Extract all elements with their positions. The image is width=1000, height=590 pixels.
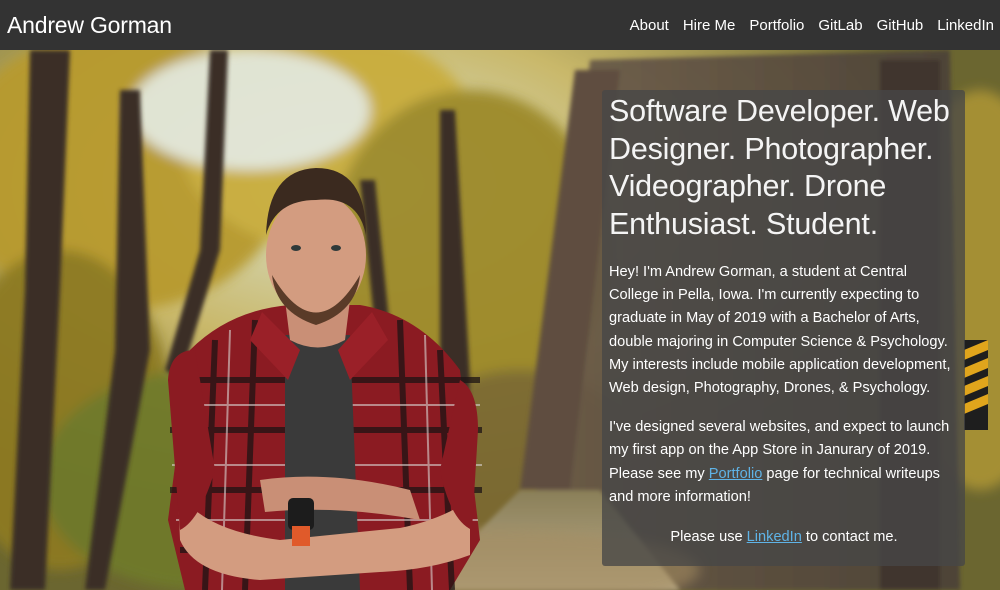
intro-card: Software Developer. Web Designer. Photog… <box>602 90 965 566</box>
portfolio-link[interactable]: Portfolio <box>709 466 763 482</box>
nav-link-about[interactable]: About <box>630 17 669 34</box>
intro-paragraph: Hey! I'm Andrew Gorman, a student at Cen… <box>609 264 951 397</box>
contact-text-after: to contact me. <box>801 529 898 546</box>
nav-links: About Hire Me Portfolio GitLab GitHub Li… <box>616 17 994 34</box>
contact-text-before: Please use <box>670 529 747 546</box>
nav-link-gitlab[interactable]: GitLab <box>818 17 862 34</box>
site-brand[interactable]: Andrew Gorman <box>7 12 172 39</box>
contact-line: Please use LinkedIn to contact me. <box>609 526 951 549</box>
headline: Software Developer. Web Designer. Photog… <box>609 94 950 241</box>
nav-link-github[interactable]: GitHub <box>877 17 924 34</box>
top-navbar: Andrew Gorman About Hire Me Portfolio Gi… <box>0 0 1000 50</box>
hero-section: Software Developer. Web Designer. Photog… <box>0 50 1000 590</box>
nav-link-hire-me[interactable]: Hire Me <box>683 17 736 34</box>
nav-link-linkedin[interactable]: LinkedIn <box>937 17 994 34</box>
linkedin-link[interactable]: LinkedIn <box>747 529 802 545</box>
websites-paragraph: I've designed several websites, and expe… <box>609 416 951 509</box>
nav-link-portfolio[interactable]: Portfolio <box>749 17 804 34</box>
